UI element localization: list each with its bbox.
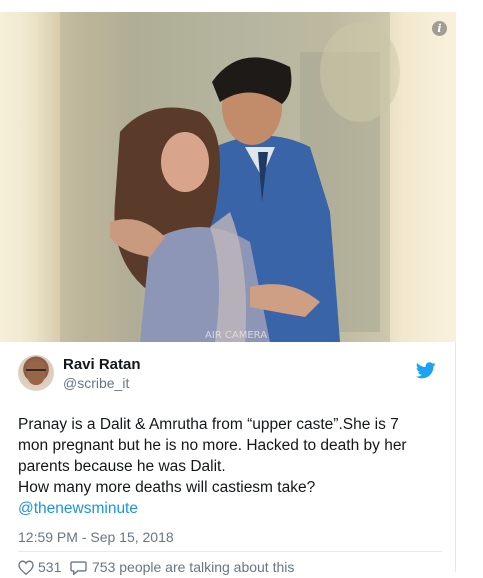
tweet-line: parents because he was Dalit. xyxy=(18,458,226,475)
tweet-text: Pranay is a Dalit & Amrutha from “upper … xyxy=(18,414,443,519)
tweet-line: Pranay is a Dalit & Amrutha from “upper … xyxy=(18,416,399,433)
tweet-line: mon pregnant but he is no more. Hacked t… xyxy=(18,437,407,454)
twitter-bird-icon[interactable] xyxy=(416,362,436,379)
photo-watermark: AIR CAMERA xyxy=(205,330,267,341)
avatar-glasses xyxy=(26,369,46,376)
heart-icon xyxy=(18,559,34,575)
speech-bubble-icon xyxy=(70,560,87,575)
tweet-timestamp[interactable]: 12:59 PM - Sep 15, 2018 xyxy=(18,529,174,545)
like-button[interactable]: 531 xyxy=(18,558,61,576)
tweet-photo[interactable]: AIR CAMERA i xyxy=(0,12,456,342)
photo-blur-right xyxy=(386,12,456,342)
tweet-line: How many more deaths will castiesm take? xyxy=(18,479,316,496)
embedded-tweet-card[interactable]: AIR CAMERA i Ravi Ratan @scribe_it Prana… xyxy=(0,12,456,575)
reply-button[interactable]: 753 people are talking about this xyxy=(70,558,294,576)
author-handle[interactable]: @scribe_it xyxy=(63,375,129,391)
author-name[interactable]: Ravi Ratan xyxy=(63,356,141,373)
mention-link[interactable]: @thenewsminute xyxy=(18,498,443,519)
tweet-author[interactable]: Ravi Ratan @scribe_it xyxy=(18,355,438,399)
info-icon[interactable]: i xyxy=(432,21,447,36)
divider xyxy=(18,551,442,552)
avatar[interactable] xyxy=(18,355,54,391)
like-count: 531 xyxy=(38,559,62,575)
talking-about-text: 753 people are talking about this xyxy=(92,559,295,575)
